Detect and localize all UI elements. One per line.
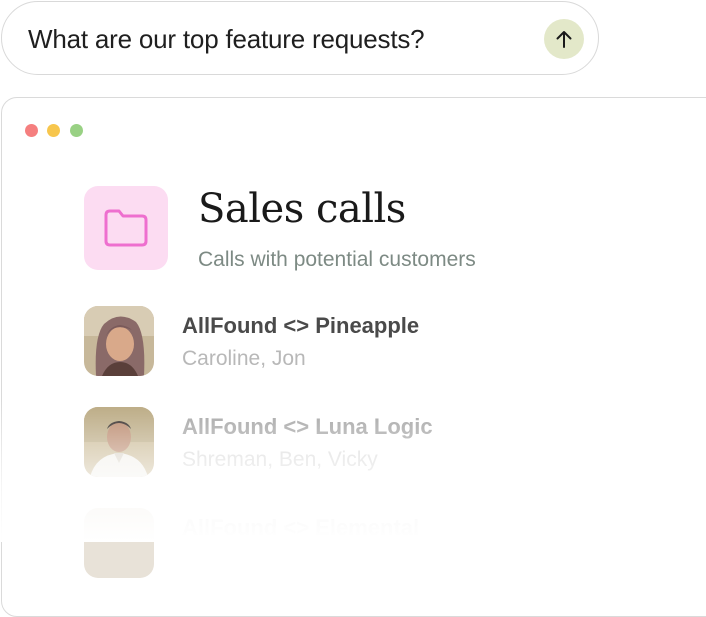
call-item-elemental[interactable]: AllFound <> Elemental (84, 508, 684, 580)
arrow-up-icon (556, 31, 572, 48)
prompt-input-text[interactable]: What are our top feature requests? (28, 24, 425, 55)
call-item-pineapple[interactable]: AllFound <> Pineapple Caroline, Jon (84, 306, 684, 378)
folder-tile (84, 186, 168, 270)
app-window: Sales calls Calls with potential custome… (1, 97, 706, 617)
window-maximize-button[interactable] (70, 124, 83, 137)
call-item-luna-logic[interactable]: AllFound <> Luna Logic Shreman, Ben, Vic… (84, 407, 684, 479)
page-title: Sales calls (198, 186, 406, 232)
call-title: AllFound <> Luna Logic (182, 414, 433, 439)
send-button[interactable] (544, 19, 584, 59)
call-title: AllFound <> Elemental (182, 515, 420, 540)
chat-prompt-bar[interactable]: What are our top feature requests? (1, 1, 599, 75)
avatar (84, 306, 154, 376)
avatar (84, 508, 154, 578)
window-minimize-button[interactable] (47, 124, 60, 137)
avatar (84, 407, 154, 477)
call-title: AllFound <> Pineapple (182, 313, 420, 338)
page-subtitle: Calls with potential customers (198, 248, 476, 271)
window-close-button[interactable] (25, 124, 38, 137)
call-participants: Caroline, Jon (182, 347, 306, 370)
call-participants: Shreman, Ben, Vicky (182, 448, 378, 471)
folder-icon (104, 209, 148, 247)
